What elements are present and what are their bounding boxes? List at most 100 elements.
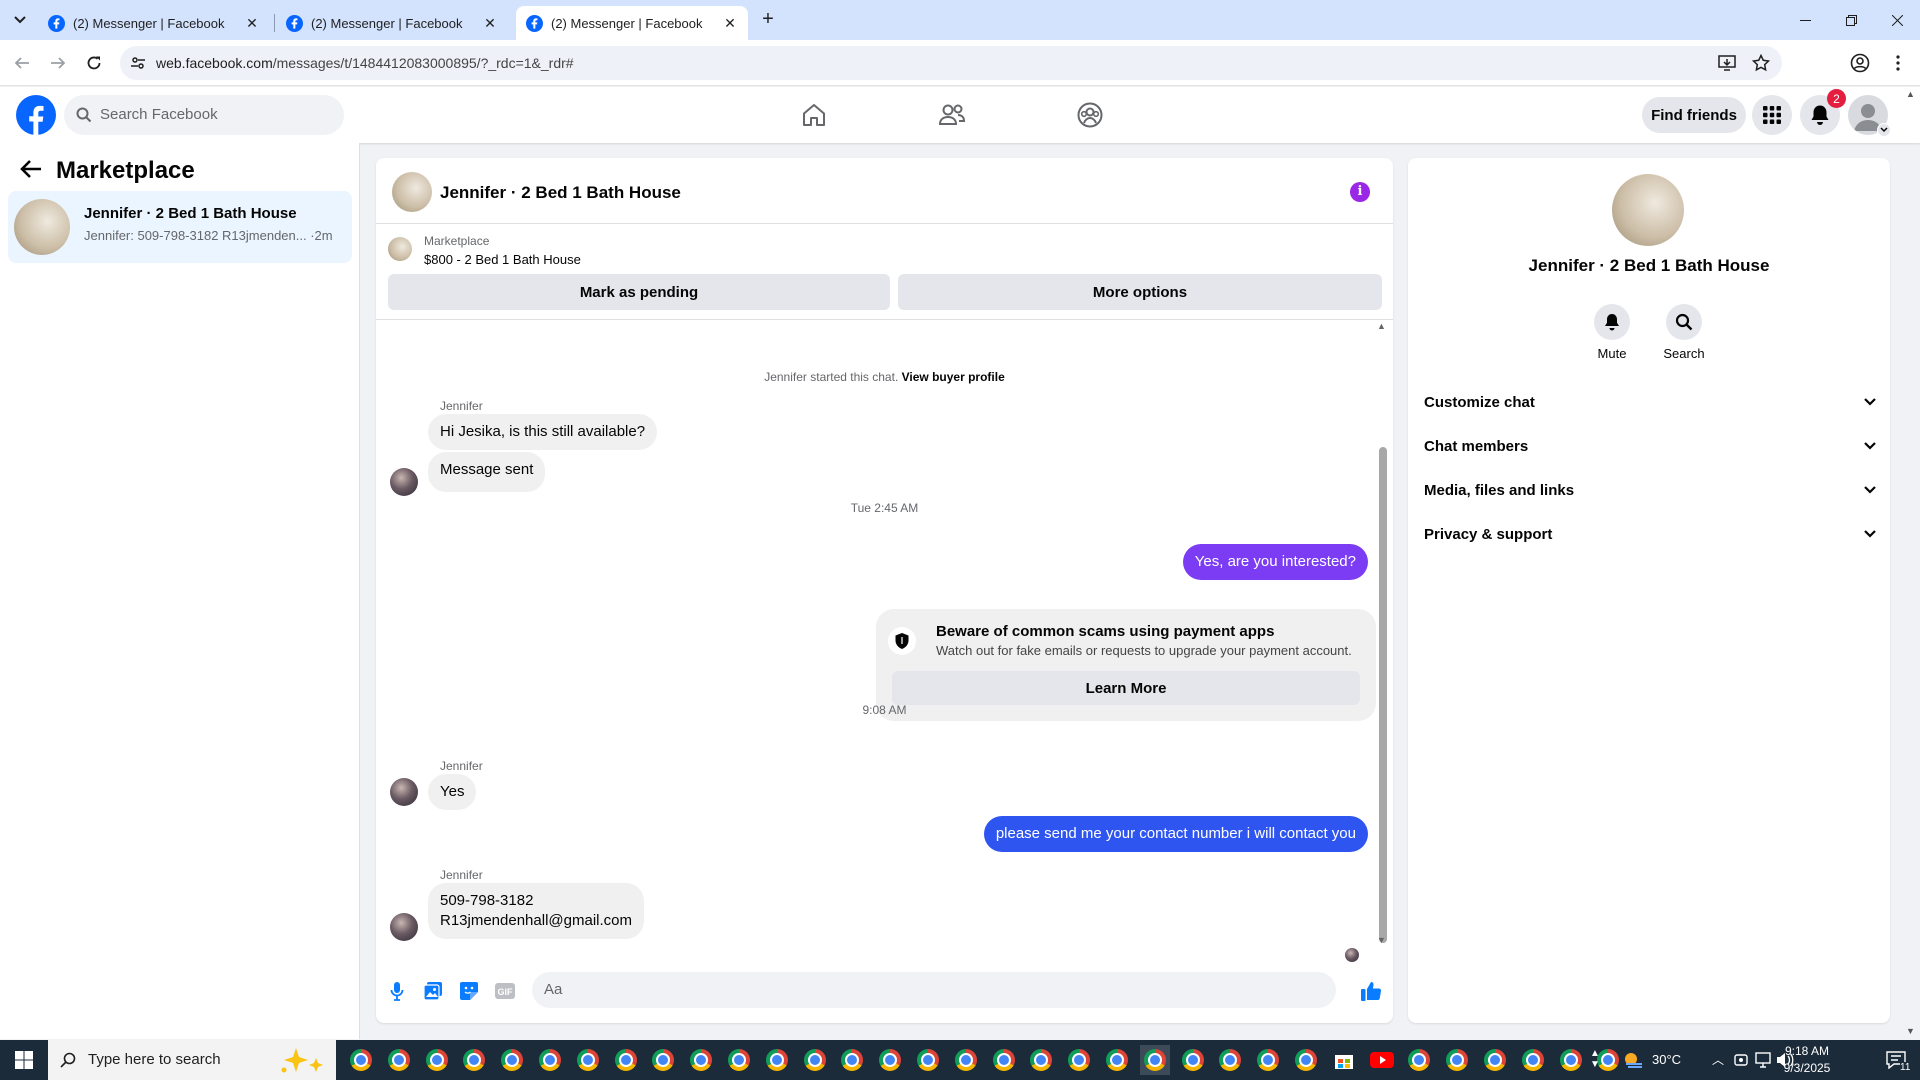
view-buyer-profile-link[interactable]: View buyer profile [902,370,1005,384]
facebook-search-input[interactable]: Search Facebook [64,95,344,135]
privacy-support-section[interactable]: Privacy & support [1424,512,1876,556]
customize-chat-section[interactable]: Customize chat [1424,380,1876,424]
restore-button[interactable] [1828,0,1874,40]
close-window-button[interactable] [1874,0,1920,40]
profile-icon[interactable] [1848,51,1872,75]
install-app-icon[interactable] [1718,54,1736,72]
facebook-logo-icon[interactable] [16,95,56,135]
windows-start-icon[interactable] [0,1040,48,1080]
profile-avatar[interactable] [1612,174,1684,246]
mark-as-pending-button[interactable]: Mark as pending [388,274,890,310]
browser-tab-2[interactable]: (2) Messenger | Facebook ✕ [276,6,508,40]
page-scroll-up-icon[interactable]: ▲ [1906,89,1915,99]
chrome-window-icon[interactable] [686,1045,716,1075]
back-button[interactable] [10,51,34,75]
sender-avatar[interactable] [390,913,418,941]
site-info-icon[interactable] [130,55,146,71]
chrome-window-icon[interactable] [1178,1045,1208,1075]
outgoing-message[interactable]: please send me your contact number i wil… [983,816,1368,852]
browser-tab-1[interactable]: (2) Messenger | Facebook ✕ [38,6,270,40]
listing-thumbnail[interactable] [388,237,412,261]
taskbar-search-input[interactable]: Type here to search [48,1040,336,1080]
search-in-chat-button[interactable]: Search [1654,304,1714,361]
chrome-window-icon[interactable] [459,1045,489,1075]
photo-attach-icon[interactable] [420,978,446,1004]
page-scroll-down-icon[interactable]: ▼ [1906,1026,1915,1036]
minimize-button[interactable] [1782,0,1828,40]
scroll-up-arrow-icon[interactable]: ▲ [1377,321,1386,331]
chrome-window-icon[interactable] [1518,1045,1548,1075]
tab-close-icon[interactable]: ✕ [482,15,498,31]
outgoing-message[interactable]: Yes, are you interested? [1182,544,1368,580]
chat-members-section[interactable]: Chat members [1424,424,1876,468]
store-app-icon[interactable] [1329,1045,1359,1075]
menu-grid-icon[interactable] [1752,95,1792,135]
chrome-window-icon[interactable] [800,1045,830,1075]
meet-now-icon[interactable] [1733,1052,1749,1068]
chrome-window-icon[interactable] [837,1045,867,1075]
back-arrow-icon[interactable] [20,159,42,179]
temperature[interactable]: 30°C [1652,1052,1681,1067]
sender-avatar[interactable] [390,468,418,496]
chrome-window-icon[interactable] [1556,1045,1586,1075]
scroll-down-arrow-icon[interactable]: ▼ [1377,935,1386,945]
incoming-message[interactable]: Hi Jesika, is this still available? [428,414,658,450]
listing-price-title[interactable]: $800 - 2 Bed 1 Bath House [424,252,581,267]
chrome-window-icon[interactable] [875,1045,905,1075]
taskbar-clock[interactable]: 9:18 AM 9/3/2025 [1772,1043,1842,1077]
youtube-app-icon[interactable] [1367,1045,1397,1075]
bookmark-star-icon[interactable] [1752,54,1770,72]
incoming-message[interactable]: Yes [428,774,477,810]
find-friends-button[interactable]: Find friends [1642,97,1746,133]
microphone-icon[interactable] [384,978,410,1004]
account-chevron-down-icon[interactable] [1877,123,1891,137]
tray-overflow-arrows-icon[interactable]: ▲ ▼ [1590,1048,1600,1070]
url-omnibox[interactable]: web.facebook.com/messages/t/148441208300… [120,46,1782,80]
chrome-window-icon[interactable] [1102,1045,1132,1075]
learn-more-button[interactable]: Learn More [892,671,1360,705]
sender-avatar[interactable] [390,778,418,806]
chat-avatar[interactable] [392,172,432,212]
sticker-icon[interactable] [456,978,482,1004]
chrome-window-icon[interactable] [1064,1045,1094,1075]
chrome-window-icon[interactable] [648,1045,678,1075]
chrome-window-icon[interactable] [573,1045,603,1075]
chrome-window-icon[interactable] [497,1045,527,1075]
gif-icon[interactable]: GIF [492,978,518,1004]
weather-icon[interactable] [1622,1050,1646,1070]
network-icon[interactable] [1754,1052,1772,1068]
friends-icon[interactable] [932,95,972,135]
chrome-window-icon[interactable] [1139,1045,1170,1075]
chrome-window-icon[interactable] [1291,1045,1321,1075]
message-scrollbar[interactable]: ▲ ▼ [1376,321,1388,948]
thumbs-up-icon[interactable] [1358,978,1384,1004]
chrome-window-icon[interactable] [384,1045,414,1075]
chrome-window-icon[interactable] [346,1045,376,1075]
chrome-window-icon[interactable] [913,1045,943,1075]
chrome-window-icon[interactable] [1026,1045,1056,1075]
info-icon[interactable]: i [1350,182,1370,202]
groups-icon[interactable] [1070,95,1110,135]
chrome-window-icon[interactable] [1480,1045,1510,1075]
more-options-button[interactable]: More options [898,274,1382,310]
chat-title[interactable]: Jennifer · 2 Bed 1 Bath House [440,183,681,203]
incoming-message[interactable]: 509-798-3182 R13jmendenhall@gmail.com [428,883,644,939]
chrome-window-icon[interactable] [989,1045,1019,1075]
chrome-window-icon[interactable] [951,1045,981,1075]
browser-tab-3-active[interactable]: (2) Messenger | Facebook ✕ [516,6,748,40]
reload-button[interactable] [82,51,106,75]
tab-search-dropdown-icon[interactable] [6,8,34,32]
chrome-window-icon[interactable] [535,1045,565,1075]
show-hidden-icons-chevron-icon[interactable]: ︿ [1712,1051,1724,1068]
scrollbar-thumb[interactable] [1379,447,1387,943]
chrome-window-icon[interactable] [1215,1045,1245,1075]
mute-button[interactable]: Mute [1582,304,1642,361]
message-input[interactable]: Aa [532,972,1336,1008]
action-center-icon[interactable]: 11 [1872,1040,1920,1080]
chrome-window-icon[interactable] [1253,1045,1283,1075]
conversation-list-item[interactable]: Jennifer · 2 Bed 1 Bath House Jennifer: … [8,191,352,263]
chrome-window-icon[interactable] [1404,1045,1434,1075]
chrome-window-icon[interactable] [762,1045,792,1075]
browser-menu-icon[interactable] [1886,51,1910,75]
chrome-window-icon[interactable] [1442,1045,1472,1075]
